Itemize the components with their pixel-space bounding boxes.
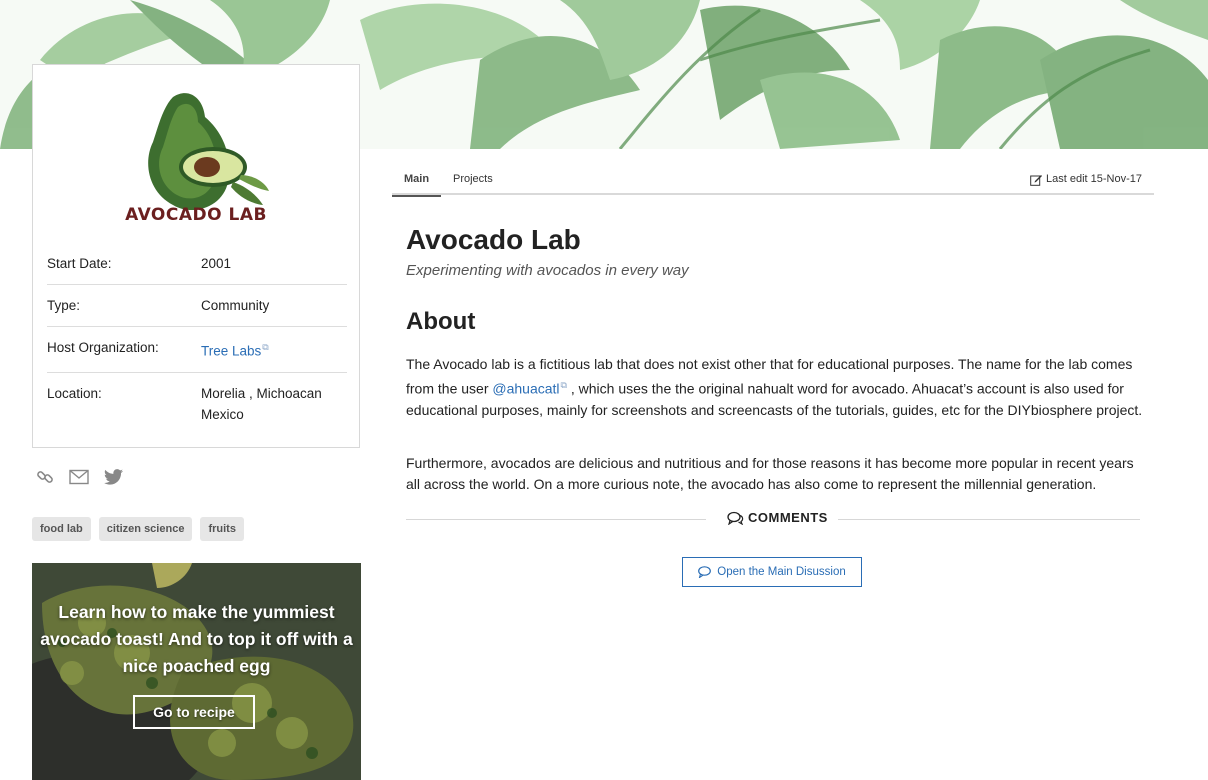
promo-text: Learn how to make the yummiest avocado t… <box>40 602 353 676</box>
tag-fruits[interactable]: fruits <box>200 517 244 541</box>
host-org-link[interactable]: Tree Labs <box>201 344 261 359</box>
recipe-promo: Learn how to make the yummiest avocado t… <box>32 563 361 780</box>
location-label: Location: <box>47 385 102 401</box>
edit-icon <box>1030 174 1042 186</box>
host-org-row: Host Organization: Tree Labs⧉ <box>47 327 347 373</box>
open-discussion-label: Open the Main Disussion <box>717 566 846 578</box>
comments-heading: COMMENTS <box>721 510 834 525</box>
profile-card: AVOCADO LAB Start Date: 2001 Type: Commu… <box>32 64 360 448</box>
social-links <box>35 467 123 487</box>
tag-food-lab[interactable]: food lab <box>32 517 91 541</box>
profile-info-table: Start Date: 2001 Type: Community Host Or… <box>47 243 347 435</box>
location-value: Morelia , Michoacan Mexico <box>201 385 322 422</box>
divider-line-right <box>838 519 1140 520</box>
last-edit-text: Last edit 15-Nov-17 <box>1046 173 1142 185</box>
start-date-row: Start Date: 2001 <box>47 243 347 285</box>
divider-line-left <box>406 519 706 520</box>
about-paragraph-2: Furthermore, avocados are delicious and … <box>406 455 1134 492</box>
comments-icon <box>727 511 744 525</box>
location-row: Location: Morelia , Michoacan Mexico <box>47 373 347 435</box>
host-org-label: Host Organization: <box>47 340 159 355</box>
tag-citizen-science[interactable]: citizen science <box>98 517 193 541</box>
about-heading: About <box>406 308 476 335</box>
open-discussion-button[interactable]: Open the Main Disussion <box>682 557 862 587</box>
tab-projects[interactable]: Projects <box>441 164 505 195</box>
host-org-value-cell: Tree Labs⧉ <box>201 337 347 362</box>
start-date-value: 2001 <box>201 256 232 271</box>
tab-bar: Main Projects Last edit 15-Nov-17 <box>392 164 1154 197</box>
logo-text: AVOCADO LAB <box>125 205 267 225</box>
comments-label: COMMENTS <box>748 510 828 525</box>
about-paragraph-1: The Avocado lab is a fictitious lab that… <box>406 354 1146 421</box>
link-icon[interactable] <box>35 467 55 487</box>
tag-list: food lab citizen science fruits <box>32 517 244 541</box>
user-link[interactable]: @ahuacatl <box>492 381 559 397</box>
type-value: Community <box>201 298 270 313</box>
start-date-label: Start Date: <box>47 256 112 271</box>
comments-divider: COMMENTS <box>406 508 1140 530</box>
type-row: Type: Community <box>47 285 347 327</box>
tab-main[interactable]: Main <box>392 164 442 197</box>
external-link-icon: ⧉ <box>262 342 269 352</box>
type-label: Type: <box>47 298 81 313</box>
mail-icon[interactable] <box>69 467 89 487</box>
page-subtitle: Experimenting with avocados in every way <box>406 262 689 279</box>
last-edit: Last edit 15-Nov-17 <box>1030 164 1142 195</box>
twitter-icon[interactable] <box>103 467 123 487</box>
go-to-recipe-button[interactable]: Go to recipe <box>133 695 255 729</box>
page-title: Avocado Lab <box>406 224 581 255</box>
speech-bubble-icon <box>698 566 712 578</box>
